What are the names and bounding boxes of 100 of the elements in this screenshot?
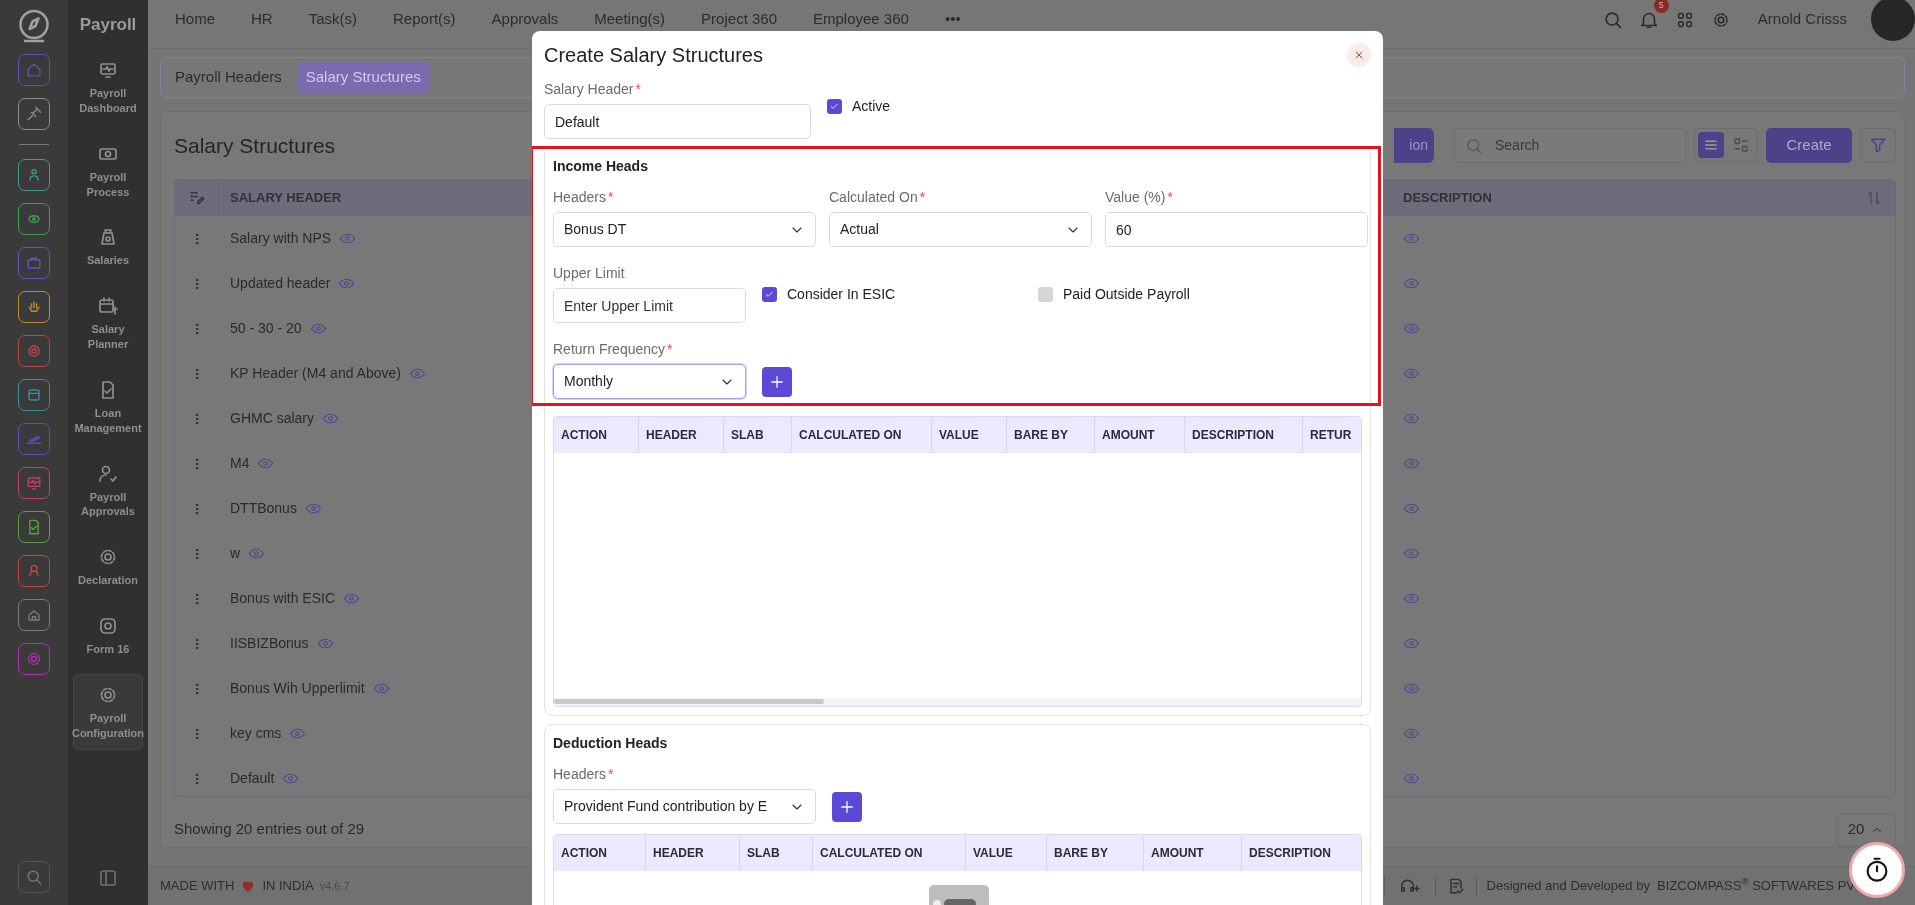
briefcase-button[interactable] — [18, 247, 50, 279]
search-field[interactable]: Search — [1454, 127, 1686, 163]
more-menu[interactable]: ••• — [944, 7, 961, 31]
required-mark: * — [667, 341, 673, 357]
column-header: DESCRIPTION — [1403, 189, 1492, 208]
table-cell-text: Bonus Wih Upperlimit — [230, 679, 365, 699]
filter-button[interactable] — [1860, 127, 1896, 163]
hand-button[interactable] — [18, 291, 50, 323]
column-header: AMOUNT — [1095, 417, 1185, 453]
swap-icon — [1732, 136, 1750, 155]
footer-text: MADE WITH — [160, 877, 235, 896]
monitor-button[interactable] — [18, 467, 50, 499]
table-cell-text: M4 — [230, 454, 250, 474]
nav-link[interactable]: Project 360 — [701, 7, 777, 31]
checkbox[interactable] — [1038, 287, 1053, 302]
home-button[interactable] — [18, 54, 50, 86]
required-mark: * — [1167, 189, 1173, 205]
sidebar-item[interactable]: Payroll Approvals — [73, 452, 143, 529]
notification-count: 5 — [1653, 0, 1669, 13]
plane-button[interactable] — [18, 423, 50, 455]
add-button[interactable] — [832, 791, 862, 822]
house-button[interactable] — [18, 599, 50, 631]
tab[interactable]: Salary Structures — [297, 62, 429, 93]
pin-button[interactable] — [18, 98, 50, 130]
field-label: Calculated On — [829, 189, 918, 205]
nav-link[interactable]: Task(s) — [308, 7, 358, 31]
search-button[interactable] — [18, 861, 50, 893]
target-button[interactable] — [18, 335, 50, 367]
section-title: Deduction Heads — [553, 734, 669, 753]
checkbox[interactable] — [762, 287, 777, 302]
column-header: DESCRIPTION — [1185, 417, 1303, 453]
column-header: VALUE — [932, 417, 1007, 453]
column-header: CALCULATED ON — [792, 417, 932, 453]
field-label: Return Frequency — [553, 341, 666, 357]
calculated-on-select[interactable]: Actual — [829, 212, 1092, 247]
upper-limit-field[interactable]: Enter Upper Limit — [553, 288, 746, 323]
field-label: Upper Limit — [553, 265, 625, 281]
required-mark: * — [607, 189, 614, 205]
table-cell-text: Updated header — [230, 274, 331, 294]
action-button[interactable]: ion — [1394, 127, 1434, 163]
nav-link[interactable]: HR — [251, 7, 273, 31]
salary-header-field[interactable]: Default — [544, 104, 811, 139]
nav-link[interactable]: Employee 360 — [813, 7, 909, 31]
column-header: ACTION — [554, 417, 639, 453]
document-button[interactable] — [18, 511, 50, 543]
sidebar-item[interactable]: Payroll Configuration — [73, 673, 143, 750]
add-button[interactable] — [762, 366, 792, 397]
table-cell-text: GHMC salary — [230, 409, 314, 429]
table-cell-text: w — [230, 544, 241, 564]
return-frequency-select[interactable]: Monthly — [553, 364, 746, 399]
dialog-title: Create Salary Structures — [544, 43, 763, 67]
page-title: Salary Structures — [174, 132, 336, 158]
value-field[interactable]: 60 — [1105, 212, 1368, 247]
section-title: Income Heads — [553, 157, 649, 176]
check-icon — [764, 289, 775, 300]
nav-link[interactable]: Home — [175, 7, 215, 31]
column-header: SLAB — [740, 835, 813, 871]
field-label: Salary Header — [544, 81, 634, 97]
person-button[interactable] — [18, 555, 50, 587]
table-cell-text: 50 - 30 - 20 — [230, 319, 302, 339]
close-button[interactable] — [1347, 43, 1371, 67]
sidebar-item[interactable]: Loan Management — [73, 368, 143, 445]
checkbox-label: Consider In ESIC — [787, 285, 896, 304]
field-label: Headers — [553, 189, 606, 205]
column-header: SALARY HEADER — [230, 189, 342, 208]
field-label: Headers — [553, 766, 606, 782]
column-header: VALUE — [966, 835, 1047, 871]
checkbox[interactable] — [827, 99, 842, 114]
checkbox-label: Active — [852, 97, 891, 116]
avatar[interactable] — [1871, 0, 1915, 41]
table-cell-text: key cms — [230, 724, 282, 744]
sidebar-item[interactable]: Payroll Dashboard — [73, 49, 143, 125]
table-cell-text: KP Header (M4 and Above) — [230, 364, 401, 384]
column-header: HEADER — [646, 835, 740, 871]
nav-link[interactable]: Meeting(s) — [594, 7, 666, 31]
required-mark: * — [607, 766, 614, 782]
check-icon — [829, 101, 840, 112]
tab[interactable]: Payroll Headers — [167, 62, 290, 93]
column-header: CALCULATED ON — [813, 835, 966, 871]
table-cell-text: Salary with NPS — [230, 229, 332, 249]
sidebar-item[interactable]: Payroll Process — [73, 132, 143, 209]
column-header: SLAB — [724, 417, 792, 453]
create-button[interactable]: Create — [1766, 127, 1852, 163]
table-cell-text: DTTBonus — [230, 499, 297, 519]
nav-link[interactable]: Approvals — [491, 7, 559, 31]
people-button[interactable] — [18, 159, 50, 191]
sidebar-item[interactable]: Salary Planner — [73, 285, 143, 361]
column-header: HEADER — [639, 417, 724, 453]
sidebar-item[interactable]: Declaration — [73, 536, 143, 598]
nav-link[interactable]: Report(s) — [393, 7, 456, 31]
headers-select[interactable]: Bonus DT — [553, 212, 816, 247]
column-header: ACTION — [554, 835, 646, 871]
headers-select[interactable]: Provident Fund contribution by E — [553, 789, 816, 824]
box-button[interactable] — [18, 379, 50, 411]
sidebar-item[interactable]: Salaries — [73, 216, 143, 278]
view-button[interactable] — [1698, 132, 1724, 159]
horizontal-scrollbar[interactable] — [554, 698, 1361, 706]
entries-summary: Showing 20 entries out of 29 — [174, 819, 365, 840]
column-header: DESCRIPTION — [1248, 845, 1332, 862]
sidebar-item[interactable]: Form 16 — [73, 605, 143, 666]
